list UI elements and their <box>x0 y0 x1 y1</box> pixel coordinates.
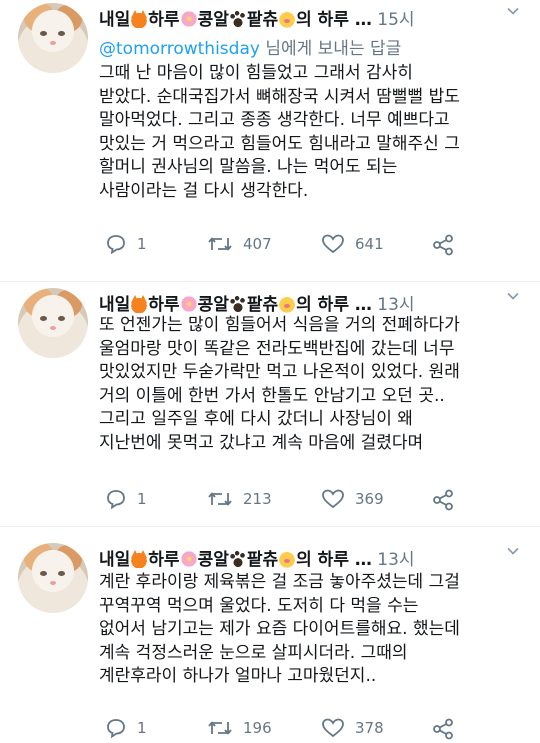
paw-emoji-icon <box>228 550 247 568</box>
baby-emoji-icon <box>278 550 297 568</box>
tweet-line: 말아먹었다. 그리고 종종 생각한다. 너무 예쁘다고 <box>99 110 450 130</box>
tweet-header: 내일 하루 콩알 팥츄 의 하루 … 15시 <box>99 5 415 30</box>
reply-count: 1 <box>137 719 147 737</box>
tweet-divider <box>0 526 540 527</box>
tweet-line: 맛있었지만 두숟가락만 먹고 나온적이 있었다. 원래 <box>99 362 460 382</box>
baby-emoji-icon <box>278 10 297 28</box>
tweet-1[interactable]: 내일 하루 콩알 팥츄 의 하루 … 15시 @tomorrowthisday 님에게 … <box>0 3 540 287</box>
tweet-2[interactable]: 내일 하루 콩알 팥츄 의 하루 … 13시 또 언젠가는 많이 힘들어서 식음을 거의… <box>0 288 540 528</box>
paw-emoji-icon <box>228 295 247 313</box>
retweet-icon <box>208 492 232 506</box>
share-icon <box>433 234 453 256</box>
author-name[interactable]: 내일 하루 콩알 팥츄 의 하루 … <box>99 295 372 315</box>
retweet-icon <box>208 237 232 251</box>
tweet-line: 그때 난 마음이 많이 힘들었고 그래서 감사히 <box>99 63 413 83</box>
tweet-line: 계란 후라이랑 제육볶은 걸 조금 놓아주셨는데 그걸 <box>99 572 460 592</box>
tweet-line: 계속 걱정스러운 눈으로 살피시더라. 그때의 <box>99 642 408 663</box>
tweet-line: 또 언젠가는 많이 힘들어서 식음을 거의 전폐하다가 <box>99 315 460 335</box>
heart-icon <box>322 489 344 509</box>
tweet-line: 거의 이틀에 한번 가서 한톨도 안남기고 오던 곳.. <box>99 385 445 406</box>
tweet-line: 사람이라는 걸 다시 생각한다. <box>99 180 309 201</box>
tweet-line: 계란후라이 하나가 얼마나 고마웠던지.. <box>99 666 377 686</box>
share-icon <box>433 718 453 740</box>
flower-emoji-icon <box>179 10 198 28</box>
reply-icon <box>107 490 125 509</box>
avatar[interactable] <box>18 3 88 73</box>
reply-handle-link[interactable]: @tomorrowthisday <box>99 39 260 59</box>
reply-to-line: @tomorrowthisday 님에게 보내는 답글 <box>99 39 402 59</box>
tweet-line: 지난번에 못먹고 갔냐고 계속 마음에 걸렸다며 <box>99 432 424 453</box>
tweet-line: 없어서 남기고는 제가 요즘 다이어트를해요. 했는데 <box>99 619 460 639</box>
timestamp[interactable]: 13시 <box>377 550 414 570</box>
tweet-text: 계란 후라이랑 제육볶은 걸 조금 놓아주셨는데 그걸 꾸역꾸역 먹으며 울었다… <box>99 571 529 689</box>
tweet-text: 그때 난 마음이 많이 힘들었고 그래서 감사히 받았다. 순대국집가서 뼈해장… <box>99 62 529 203</box>
reply-icon <box>107 719 125 738</box>
tweet-header: 내일 하루 콩알 팥츄 의 하루 … 13시 <box>99 290 415 315</box>
fox-emoji-icon <box>130 10 149 28</box>
tweet-text: 또 언젠가는 많이 힘들어서 식음을 거의 전폐하다가 울엄마랑 맛이 똑같은 … <box>99 314 529 455</box>
like-button[interactable]: 641 <box>321 234 384 254</box>
tweet-line: 받았다. 순대국집가서 뼈해장국 시켜서 땀뻘뻘 밥도 <box>99 86 460 107</box>
heart-icon <box>322 234 344 254</box>
tweet-line: 울엄마랑 맛이 똑같은 전라도백반집에 갔는데 너무 <box>99 338 455 359</box>
tweet-header: 내일 하루 콩알 팥츄 의 하루 … 13시 <box>99 545 415 570</box>
chevron-down-icon[interactable] <box>507 545 519 557</box>
tweet-divider <box>0 281 540 282</box>
author-name[interactable]: 내일 하루 콩알 팥츄 의 하루 … <box>99 10 372 30</box>
like-count: 378 <box>355 719 384 737</box>
retweet-count: 407 <box>243 235 272 253</box>
like-count: 641 <box>355 235 384 253</box>
like-button[interactable]: 369 <box>321 489 384 509</box>
like-button[interactable]: 378 <box>321 718 384 738</box>
chevron-down-icon[interactable] <box>507 290 519 302</box>
reply-button[interactable]: 1 <box>105 234 147 254</box>
paw-emoji-icon <box>228 10 247 28</box>
share-icon <box>433 489 453 511</box>
chevron-down-icon[interactable] <box>507 5 519 17</box>
retweet-button[interactable]: 213 <box>207 489 272 509</box>
avatar[interactable] <box>18 288 88 358</box>
baby-emoji-icon <box>278 295 297 313</box>
timestamp[interactable]: 15시 <box>377 10 414 30</box>
tweet-line: 맛있는 거 먹으라고 힘들어도 힘내라고 말해주신 그 <box>99 133 460 154</box>
reply-count: 1 <box>137 490 147 508</box>
reply-button[interactable]: 1 <box>105 489 147 509</box>
tweet-3[interactable]: 내일 하루 콩알 팥츄 의 하루 … 13시 계란 후라이랑 제육볶은 걸 조금 놓아주… <box>0 543 540 743</box>
fox-emoji-icon <box>130 295 149 313</box>
flower-emoji-icon <box>179 295 198 313</box>
retweet-button[interactable]: 407 <box>207 234 272 254</box>
timestamp[interactable]: 13시 <box>377 295 414 315</box>
reply-count: 1 <box>137 235 147 253</box>
heart-icon <box>322 718 344 738</box>
share-button[interactable] <box>432 234 454 256</box>
retweet-count: 196 <box>243 719 272 737</box>
avatar[interactable] <box>18 543 88 613</box>
author-name[interactable]: 내일 하루 콩알 팥츄 의 하루 … <box>99 550 372 570</box>
tweet-line: 그리고 일주일 후에 다시 갔더니 사장님이 왜 <box>99 409 413 429</box>
retweet-button[interactable]: 196 <box>207 718 272 738</box>
tweet-line: 할머니 권사님의 말씀을. 나는 먹어도 되는 <box>99 157 398 177</box>
retweet-icon <box>208 721 232 735</box>
like-count: 369 <box>355 490 384 508</box>
share-button[interactable] <box>432 489 454 511</box>
tweet-line: 꾸역꾸역 먹으며 울었다. 도저히 다 먹을 수는 <box>99 595 419 616</box>
tweet-actions: 1 213 369 <box>99 489 539 513</box>
tweet-actions: 1 407 641 <box>99 234 539 258</box>
flower-emoji-icon <box>179 550 198 568</box>
share-button[interactable] <box>432 718 454 740</box>
reply-button[interactable]: 1 <box>105 718 147 738</box>
tweet-actions: 1 196 378 <box>99 718 539 742</box>
fox-emoji-icon <box>130 550 149 568</box>
reply-icon <box>107 235 125 254</box>
retweet-count: 213 <box>243 490 272 508</box>
